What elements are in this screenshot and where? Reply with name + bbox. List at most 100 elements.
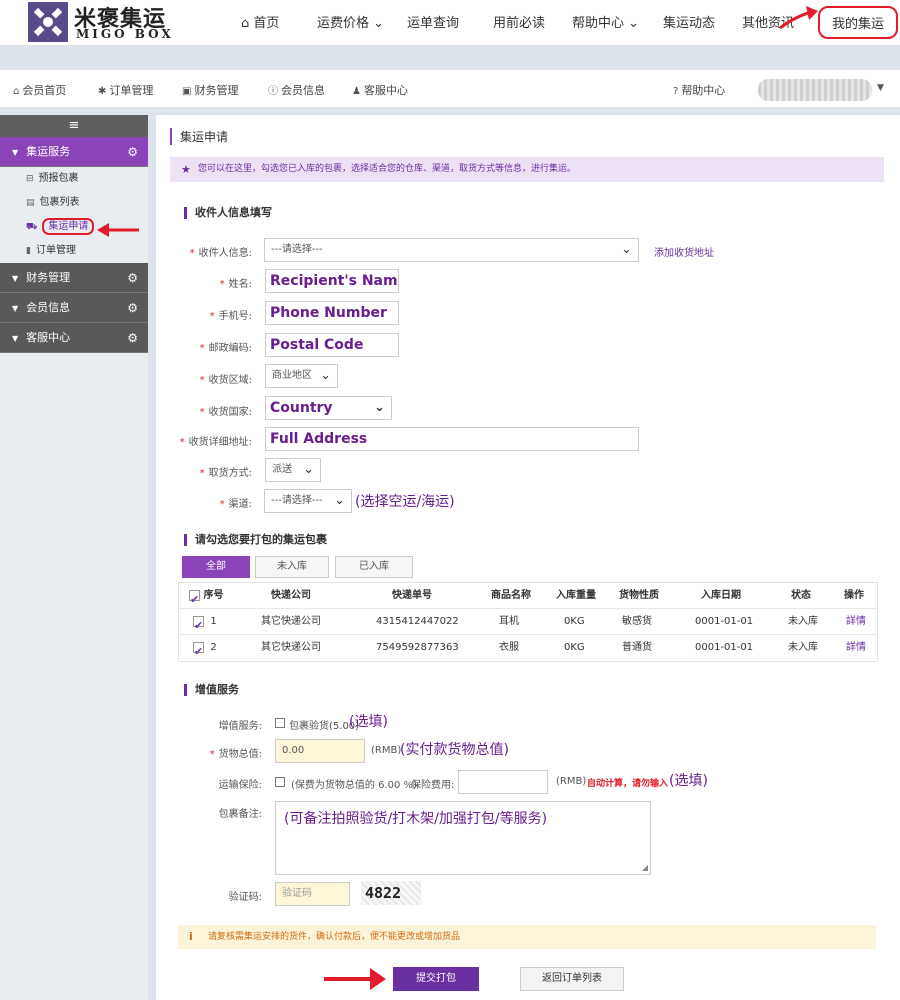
cell-name: 衣服	[499, 642, 519, 653]
sidebar-group-member[interactable]: ▼ 会员信息 ⚙	[0, 293, 148, 323]
home-icon: ⌂	[13, 86, 20, 97]
user-name-blurred[interactable]	[758, 79, 872, 101]
country-select[interactable]: Country ⌄	[265, 396, 392, 420]
pickup-select[interactable]: 派送 ⌄	[265, 458, 321, 482]
subnav-service[interactable]: ♟ 客服中心	[352, 82, 408, 98]
member-navbar: ⌂ 会员首页 ✱ 订单管理 ▣ 财务管理 ⓘ 会员信息 ♟ 客服中心 ? 帮助中心 ▼	[0, 70, 900, 108]
name-field[interactable]: Recipient's Name	[265, 269, 399, 293]
back-to-orders-button[interactable]: 返回订单列表	[520, 967, 624, 991]
gear-icon: ⚙	[127, 145, 138, 159]
cell-date: 0001-01-01	[695, 642, 754, 653]
cell-weight: 0KG	[564, 642, 585, 653]
cell-date: 0001-01-01	[695, 616, 754, 627]
topnav-home[interactable]: ⌂ 首页	[241, 12, 279, 31]
row-checkbox[interactable]: 1	[193, 609, 217, 639]
cell-tracking: 7549592877363	[376, 642, 459, 653]
gear-icon: ⚙	[127, 301, 138, 315]
tab-received[interactable]: 已入库	[335, 556, 413, 578]
topnav-help[interactable]: 帮助中心 ⌄	[572, 12, 639, 31]
postal-code-field[interactable]: Postal Code	[265, 333, 399, 357]
page-title: 集运申请	[170, 128, 228, 145]
channel-select[interactable]: ---请选择--- ⌄	[264, 489, 352, 513]
label-name: * 姓名:	[219, 279, 252, 290]
chevron-down-icon: ⌄	[373, 16, 385, 31]
cell-status: 未入库	[788, 642, 818, 653]
topnav-must-read[interactable]: 用前必读	[493, 12, 545, 31]
cell-company: 其它快递公司	[261, 616, 321, 627]
subnav-orders[interactable]: ✱ 订单管理	[98, 82, 153, 98]
label-total-value: * 货物总值:	[209, 749, 262, 760]
subnav-finance[interactable]: ▣ 财务管理	[182, 82, 238, 98]
detail-link[interactable]: 詳情	[846, 609, 866, 635]
submit-pack-button[interactable]: 提交打包	[393, 967, 479, 991]
label-postal: * 邮政编码:	[199, 343, 252, 354]
annotation-arrow-icon	[324, 968, 386, 990]
topnav-my-account[interactable]: 我的集运	[818, 6, 899, 39]
rmb-unit: (RMB)	[371, 745, 402, 756]
label-pickup: * 取货方式:	[199, 468, 252, 479]
select-all-cell[interactable]: 序号	[189, 583, 223, 613]
question-icon: ?	[673, 86, 679, 97]
cell-weight: 0KG	[564, 616, 585, 627]
topnav-pricing[interactable]: 运费价格 ⌄	[317, 12, 384, 31]
captcha-field[interactable]: 验证码	[275, 882, 350, 906]
col-name: 商品名称	[491, 590, 531, 601]
subnav-member-home[interactable]: ⌂ 会员首页	[13, 82, 66, 98]
annotation-arrow-icon	[97, 223, 139, 237]
sidebar-group-finance[interactable]: ▼ 财务管理 ⚙	[0, 263, 148, 293]
table-row: 1 其它快递公司 4315412447022 耳机 0KG 敏感货 0001-0…	[179, 609, 877, 639]
subnav-help[interactable]: ? 帮助中心	[673, 82, 725, 98]
label-area: * 收货区域:	[199, 375, 252, 386]
col-tracking: 快递单号	[392, 590, 432, 601]
logo-icon	[28, 2, 68, 42]
table-header-row: 序号 快递公司 快递单号 商品名称 入库重量 货物性质 入库日期 状态 操作	[179, 583, 877, 613]
resize-handle-icon[interactable]: ◢	[642, 863, 648, 872]
checkbox-icon	[193, 613, 204, 639]
insurance-option-label: (保费为货物总值的 6.00 %)	[291, 780, 417, 791]
col-weight: 入库重量	[556, 590, 596, 601]
col-action: 操作	[844, 590, 864, 601]
topnav-tracking[interactable]: 运单查询	[407, 12, 459, 31]
row-checkbox[interactable]: 2	[193, 635, 217, 665]
tab-not-received[interactable]: 未入库	[255, 556, 329, 578]
sidebar-group-shipping[interactable]: ▼ 集运服务 ⚙	[0, 137, 148, 167]
insurance-checkbox[interactable]	[275, 777, 285, 787]
subnav-member-info[interactable]: ⓘ 会员信息	[268, 82, 325, 98]
phone-field[interactable]: Phone Number	[265, 301, 399, 325]
label-recipient-info: * 收件人信息:	[189, 248, 252, 259]
site-logo[interactable]: 米褒集运 MIGO BOX	[24, 0, 184, 44]
col-company: 快递公司	[271, 590, 311, 601]
gear-icon: ⚙	[127, 331, 138, 345]
logo-text-en: MIGO BOX	[76, 27, 174, 41]
insurance-fee-label: 保险费用:	[411, 780, 455, 791]
menu-toggle-icon[interactable]: ≡	[0, 115, 148, 137]
label-country: * 收货国家:	[199, 407, 252, 418]
area-select[interactable]: 商业地区 ⌄	[265, 364, 338, 388]
captcha-image[interactable]: 4822	[361, 881, 421, 905]
label-address: * 收货详细地址:	[179, 437, 252, 448]
topnav-news[interactable]: 集运动态	[663, 12, 715, 31]
label-captcha: 验证码:	[228, 892, 262, 903]
caret-down-icon: ▼	[12, 304, 19, 313]
address-field[interactable]: Full Address	[265, 427, 639, 451]
caret-down-icon[interactable]: ▼	[877, 83, 884, 93]
add-address-link[interactable]: 添加收货地址	[654, 244, 714, 259]
sidebar-group-service[interactable]: ▼ 客服中心 ⚙	[0, 323, 148, 353]
chevron-down-icon: ⌄	[303, 462, 314, 477]
insurance-fee-field[interactable]	[458, 770, 548, 794]
main-panel: 集运申请 ★ 您可以在这里，勾选您已入库的包裹，选择适合您的仓库、渠道，取货方式…	[156, 115, 900, 1000]
tab-all[interactable]: 全部	[182, 556, 250, 578]
cell-company: 其它快递公司	[261, 642, 321, 653]
info-icon: ⓘ	[268, 86, 278, 97]
sidebar-item-orders[interactable]: ▮ 订单管理	[0, 239, 148, 263]
detail-link[interactable]: 詳情	[846, 635, 866, 661]
sidebar-item-package-list[interactable]: ▤ 包裹列表	[0, 191, 148, 215]
total-value-field[interactable]: 0.00	[275, 739, 365, 763]
chevron-down-icon: ⌄	[320, 368, 331, 383]
caret-down-icon: ▼	[12, 274, 19, 283]
sidebar-item-forecast[interactable]: ⊟ 预报包裹	[0, 167, 148, 191]
remark-textarea[interactable]: (可备注拍照验货/打木架/加强打包/等服务) ◢	[275, 801, 651, 875]
inspection-checkbox[interactable]	[275, 718, 285, 728]
gear-icon: ⚙	[127, 271, 138, 285]
recipient-info-select[interactable]: ---请选择--- ⌄	[264, 238, 639, 262]
